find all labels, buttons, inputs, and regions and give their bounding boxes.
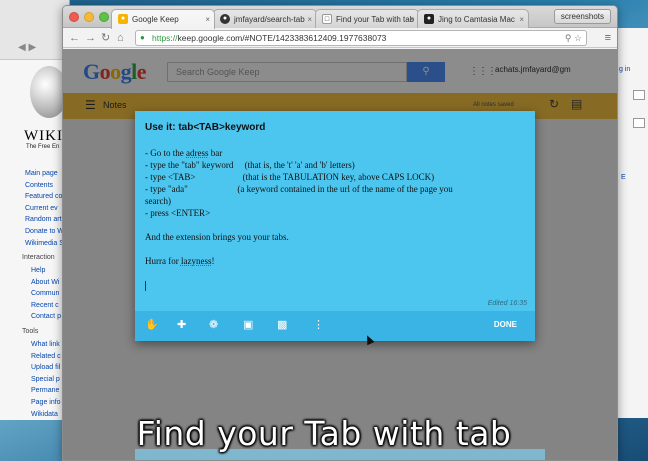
image-icon[interactable]: ▣ [243, 318, 253, 331]
maximize-window-button[interactable] [99, 12, 109, 22]
wiki-nav-link[interactable]: Featured co [25, 191, 64, 203]
note-line: - type <TAB> (that is the TABULATION key… [145, 172, 435, 182]
address-bar[interactable]: ● https://keep.google.com/#NOTE/14233836… [135, 30, 587, 46]
note-line: - press <ENTER> [145, 208, 211, 218]
more-options-icon[interactable]: ⋮ [313, 318, 324, 331]
wiki-nav-link[interactable]: What link [31, 339, 61, 351]
note-body[interactable]: - Go to the adress bar - type the "tab" … [145, 147, 529, 267]
browser-toolbar: ← → ↻ ⌂ ● https://keep.google.com/#NOTE/… [63, 28, 617, 48]
reminder-hand-icon[interactable]: ✋ [145, 318, 159, 331]
minimize-window-button[interactable] [84, 12, 94, 22]
zoom-star-icons[interactable]: ⚲ ☆ [565, 31, 582, 45]
text-cursor [145, 281, 146, 291]
tab-label: Jing to Camtasia Mac [438, 15, 515, 24]
window-controls [69, 12, 109, 22]
wiki-nav-link[interactable]: Upload fil [31, 362, 61, 374]
note-line: Hurra for lazyness! [145, 256, 215, 266]
note-line: - Go to the adress bar [145, 148, 223, 158]
note-toolbar: ✋ ✚ ❁ ▣ ▩ ⋮ DONE [135, 311, 535, 341]
wiki-nav-link[interactable]: Donate to W [25, 226, 64, 238]
chrome-menu-icon[interactable]: ≡ [605, 30, 611, 46]
url-text: keep.google.com/#NOTE/1423383612409.1977… [177, 33, 387, 43]
reload-icon[interactable]: ↻ [101, 30, 110, 46]
note-blank-line [145, 219, 529, 231]
wiki-nav-link[interactable]: Recent c [31, 300, 61, 312]
home-icon[interactable]: ⌂ [117, 30, 124, 46]
keep-icon: ● [118, 14, 128, 24]
edited-timestamp: Edited 16:35 [487, 300, 527, 307]
wiki-nav-link[interactable]: Special p [31, 374, 61, 386]
wiki-edit-link[interactable]: E [621, 174, 626, 181]
note-line: search) [145, 196, 171, 206]
wiki-nav-link[interactable]: Wikimedia S [25, 238, 64, 250]
note-line: And the extension brings you your tabs. [145, 232, 289, 242]
note-title[interactable]: Use it: tab<TAB>keyword [145, 122, 265, 133]
github-icon: ● [220, 14, 230, 24]
wiki-nav-link[interactable]: Current ev [25, 203, 64, 215]
add-collaborator-icon[interactable]: ✚ [177, 318, 186, 331]
tab-find-your-tab[interactable]: □ Find your Tab with tab × [315, 9, 419, 28]
palette-icon[interactable]: ❁ [209, 318, 218, 331]
wiki-interaction-heading: Interaction [22, 254, 55, 261]
lock-icon: ● [140, 33, 145, 42]
wikipedia-tagline: The Free En [26, 144, 60, 150]
wiki-nav-link[interactable]: Main page [25, 168, 64, 180]
wikipedia-wordmark: WIKI [24, 128, 63, 144]
background-wikipedia-window: ◀ ▶ WIKI The Free En Main page Contents … [0, 0, 70, 420]
wiki-nav-link[interactable]: About Wi [31, 277, 61, 289]
tab-google-keep[interactable]: ● Google Keep × [111, 9, 215, 29]
done-button[interactable]: DONE [494, 320, 517, 329]
video-caption: Find your Tab with tab [136, 414, 512, 453]
wiki-nav-link[interactable]: Page info [31, 397, 61, 409]
note-line: - type "ada" (a keyword contained in the… [145, 184, 453, 194]
note-line: - type the "tab" keyword (that is, the '… [145, 160, 355, 170]
wiki-nav-link[interactable]: Random art [25, 214, 64, 226]
url-scheme: https:// [152, 33, 178, 43]
tab-label: Find your Tab with tab [336, 15, 415, 24]
wiki-login-link[interactable]: g in [619, 66, 630, 73]
note-editor[interactable]: Use it: tab<TAB>keyword - Go to the adre… [135, 111, 535, 341]
tab-close-icon[interactable]: × [307, 10, 312, 28]
wiki-nav-link[interactable]: Contents [25, 180, 64, 192]
wikipedia-tools-nav: What link Related c Upload fil Special p… [31, 339, 61, 420]
wiki-nav-link[interactable]: Related c [31, 351, 61, 363]
screenshots-extension-button[interactable]: screenshots [553, 9, 611, 24]
checkbox-icon [633, 118, 645, 128]
wikipedia-interaction-nav: Help About Wi Commun Recent c Contact p [31, 265, 61, 323]
tab-icon: □ [322, 14, 332, 24]
tab-label: jmfayard/search-tab [234, 15, 305, 24]
forward-arrow-icon[interactable]: → [85, 30, 96, 46]
keep-page: Google Search Google Keep ⚲ ⋮⋮⋮ achats.j… [63, 49, 617, 460]
close-window-button[interactable] [69, 12, 79, 22]
tab-strip: ● Google Keep × ● jmfayard/search-tab × … [63, 6, 617, 29]
wiki-nav-link[interactable]: Contact p [31, 311, 61, 323]
checkbox-icon [633, 90, 645, 100]
tab-jing-camtasia[interactable]: ● Jing to Camtasia Mac × [417, 9, 529, 28]
jing-icon: ● [424, 14, 434, 24]
tab-github-search-tab[interactable]: ● jmfayard/search-tab × [213, 9, 317, 28]
background-back-forward-icon: ◀ ▶ [18, 42, 37, 53]
wikipedia-main-nav: Main page Contents Featured co Current e… [25, 168, 64, 249]
wiki-nav-link[interactable]: Help [31, 265, 61, 277]
wiki-tools-heading: Tools [22, 328, 39, 335]
wiki-nav-link[interactable]: Permane [31, 385, 61, 397]
note-blank-line [145, 243, 529, 255]
tab-close-icon[interactable]: × [519, 10, 524, 28]
tab-close-icon[interactable]: × [409, 10, 414, 28]
wiki-nav-link[interactable]: Commun [31, 288, 61, 300]
tab-label: Google Keep [132, 15, 179, 24]
tab-close-icon[interactable]: × [205, 10, 210, 29]
back-arrow-icon[interactable]: ← [69, 30, 80, 46]
archive-icon[interactable]: ▩ [277, 318, 287, 331]
chrome-browser-window: ● Google Keep × ● jmfayard/search-tab × … [62, 5, 618, 461]
